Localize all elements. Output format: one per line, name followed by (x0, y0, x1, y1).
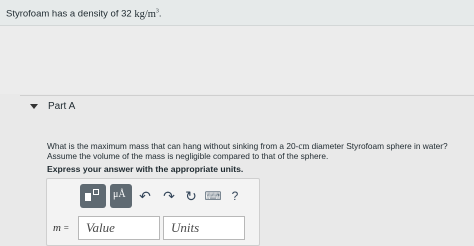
redo-icon[interactable]: ↷ (160, 187, 178, 205)
variable-label: m = (53, 222, 69, 234)
problem-intro: Styrofoam has a density of 32 kg/m3. (0, 0, 474, 26)
symbols-icon: μÅ (113, 189, 126, 200)
value-input[interactable]: Value (78, 216, 160, 240)
templates-button[interactable] (80, 184, 106, 208)
help-icon[interactable]: ? (226, 187, 244, 205)
collapse-triangle-icon[interactable] (30, 104, 38, 109)
templates-icon (85, 189, 101, 203)
reset-icon[interactable]: ↻ (182, 187, 200, 205)
spacer-band (0, 26, 474, 94)
part-title: Part A (48, 101, 76, 112)
part-a-header[interactable]: Part A (20, 95, 474, 121)
intro-text: Styrofoam has a density of 32 kg/m3. (6, 8, 162, 20)
intro-suffix: . (158, 8, 162, 20)
symbols-button[interactable]: μÅ (110, 184, 132, 208)
answer-instruction: Express your answer with the appropriate… (47, 164, 244, 174)
density-unit: kg/m3 (134, 8, 159, 20)
intro-prefix: Styrofoam has a density of 32 (6, 8, 135, 20)
keyboard-icon[interactable]: ⌨ (204, 187, 222, 205)
question-text: What is the maximum mass that can hang w… (47, 141, 448, 161)
undo-icon[interactable]: ↶ (136, 187, 154, 205)
units-input[interactable]: Units (163, 216, 245, 240)
